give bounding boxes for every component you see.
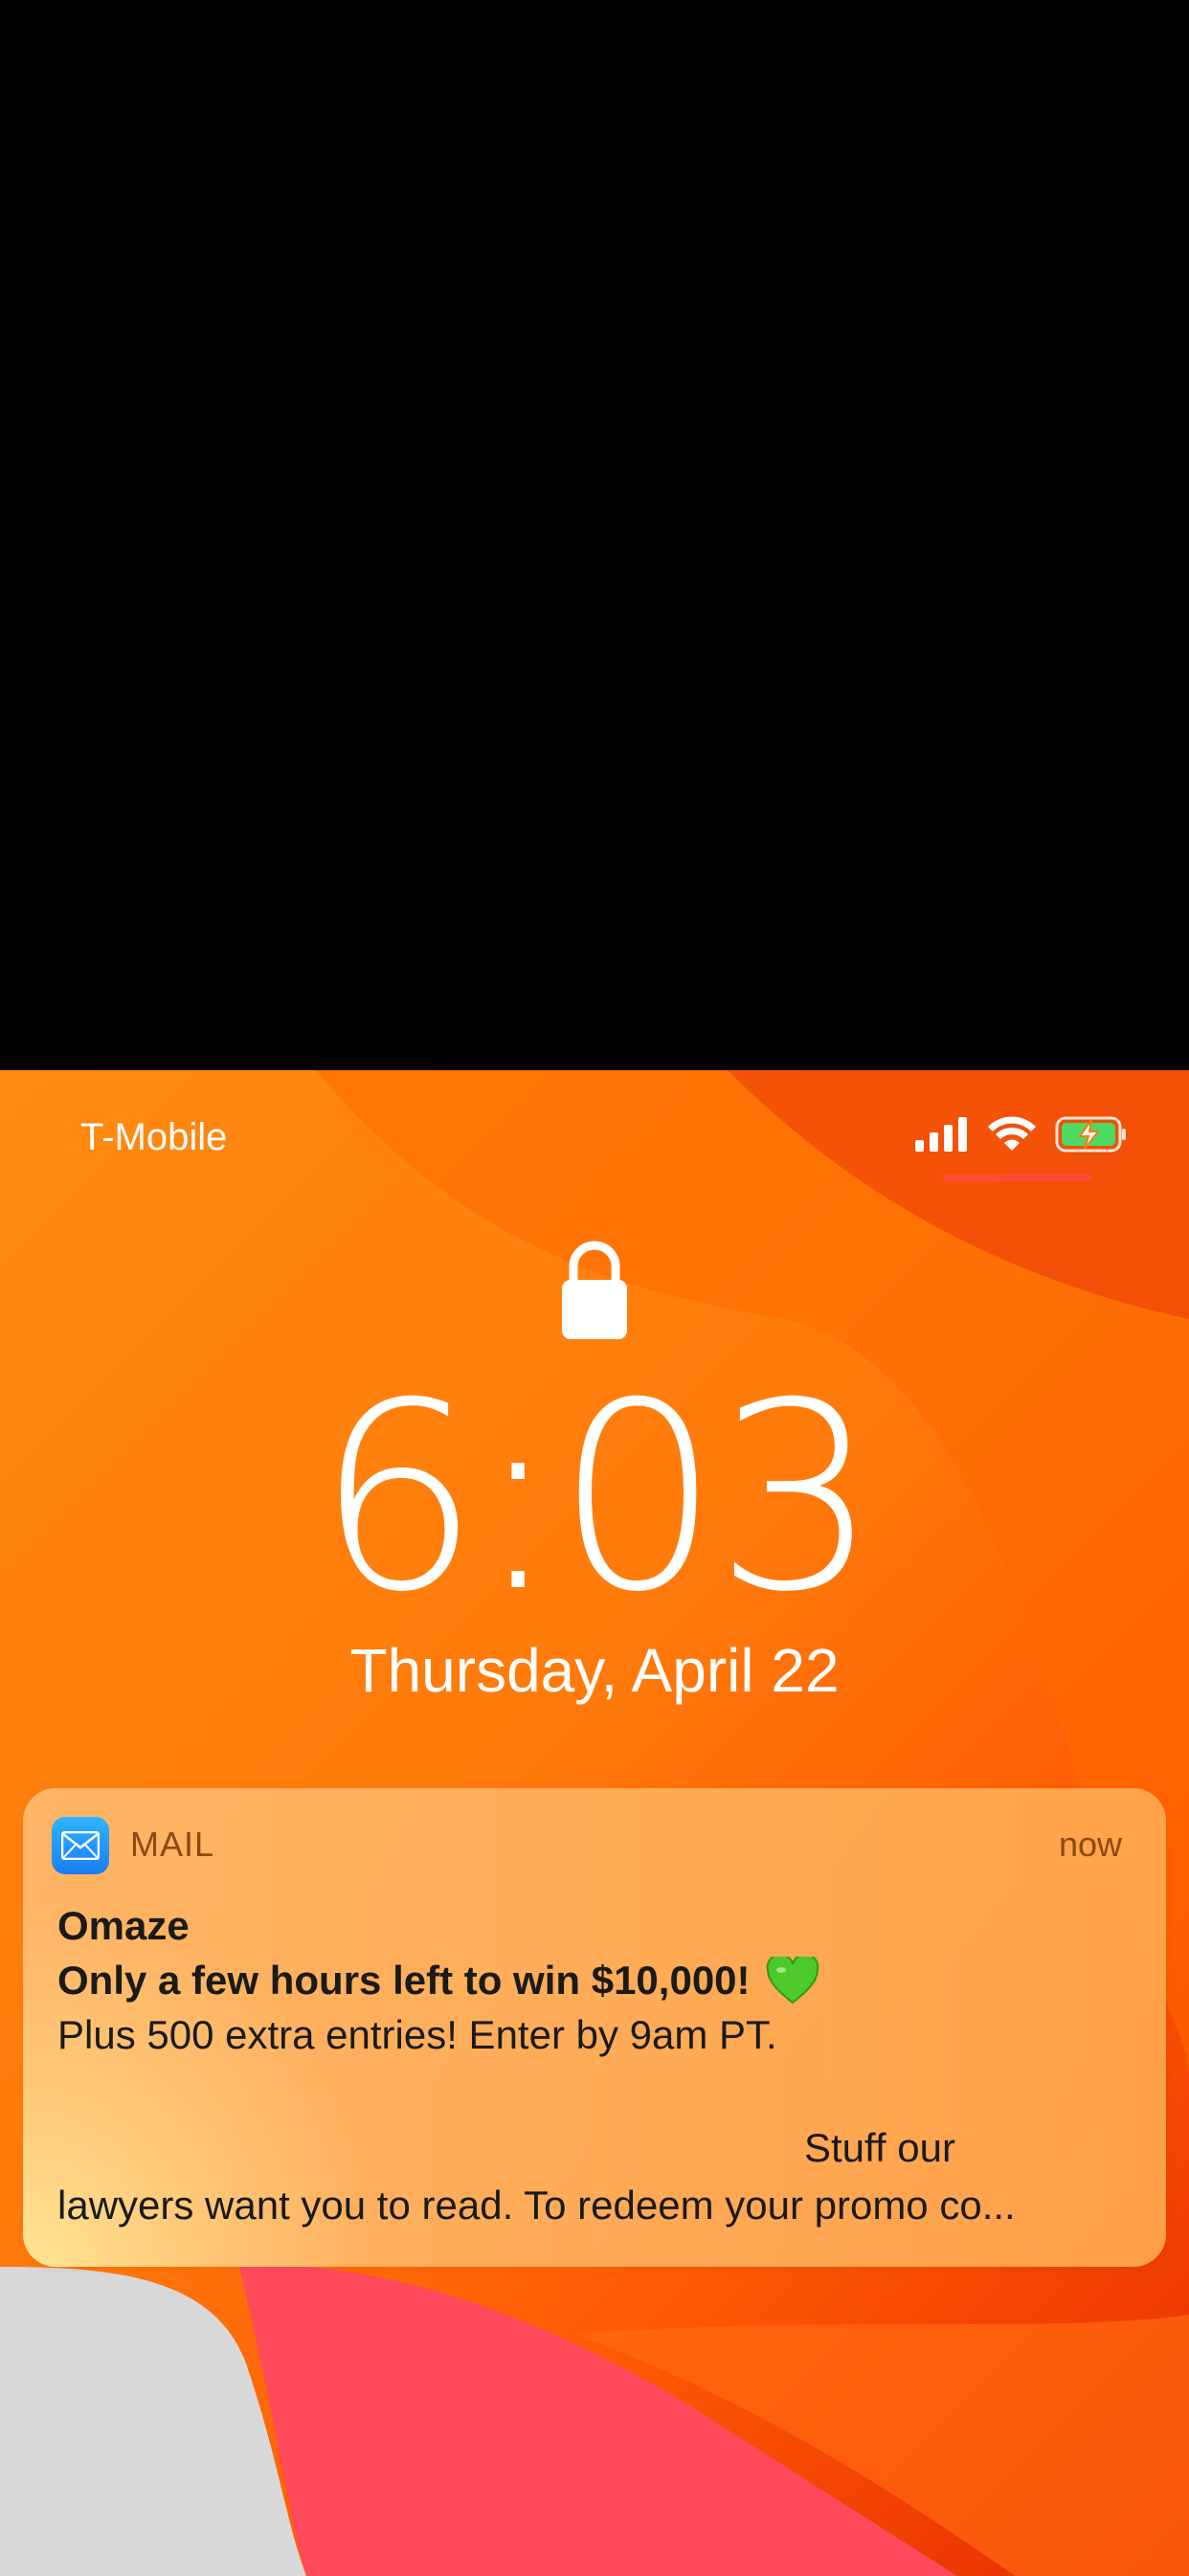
notification-preview-line-2: Stuff our	[804, 2125, 955, 2170]
green-heart-icon	[766, 1957, 819, 2005]
notification-subject: Only a few hours left to win $10,000!	[57, 1957, 819, 2005]
control-center-indicator[interactable]	[942, 1174, 1091, 1181]
mail-notification[interactable]: MAIL now Omaze Only a few hours left to …	[23, 1788, 1166, 2267]
notification-subject-text: Only a few hours left to win $10,000!	[57, 1958, 751, 2003]
notification-preview-line-1: Plus 500 extra entries! Enter by 9am PT.	[57, 2012, 777, 2057]
notification-preview-line-3: lawyers want you to read. To redeem your…	[57, 2183, 1016, 2228]
status-bar: T-Mobile	[0, 1070, 1189, 1185]
mail-app-icon	[52, 1817, 109, 1874]
battery-charging-icon	[1055, 1116, 1126, 1153]
cellular-signal-icon	[915, 1117, 967, 1152]
notification-timestamp: now	[1058, 1825, 1122, 1864]
wifi-icon	[988, 1116, 1036, 1151]
carrier-label: T-Mobile	[80, 1116, 228, 1158]
black-area	[0, 0, 1189, 1070]
notification-sender: Omaze	[57, 1903, 190, 1948]
envelope-icon	[61, 1831, 100, 1860]
lock-icon	[562, 1241, 627, 1339]
lock-date: Thursday, April 22	[349, 1636, 840, 1705]
lock-time: 6:03	[315, 1347, 879, 1648]
lock-screen[interactable]: T-Mobile 6:03 Thursday, April 22 MAIL no…	[0, 1070, 1189, 2576]
notification-app-name: MAIL	[130, 1825, 215, 1864]
status-icons	[915, 1110, 1128, 1158]
